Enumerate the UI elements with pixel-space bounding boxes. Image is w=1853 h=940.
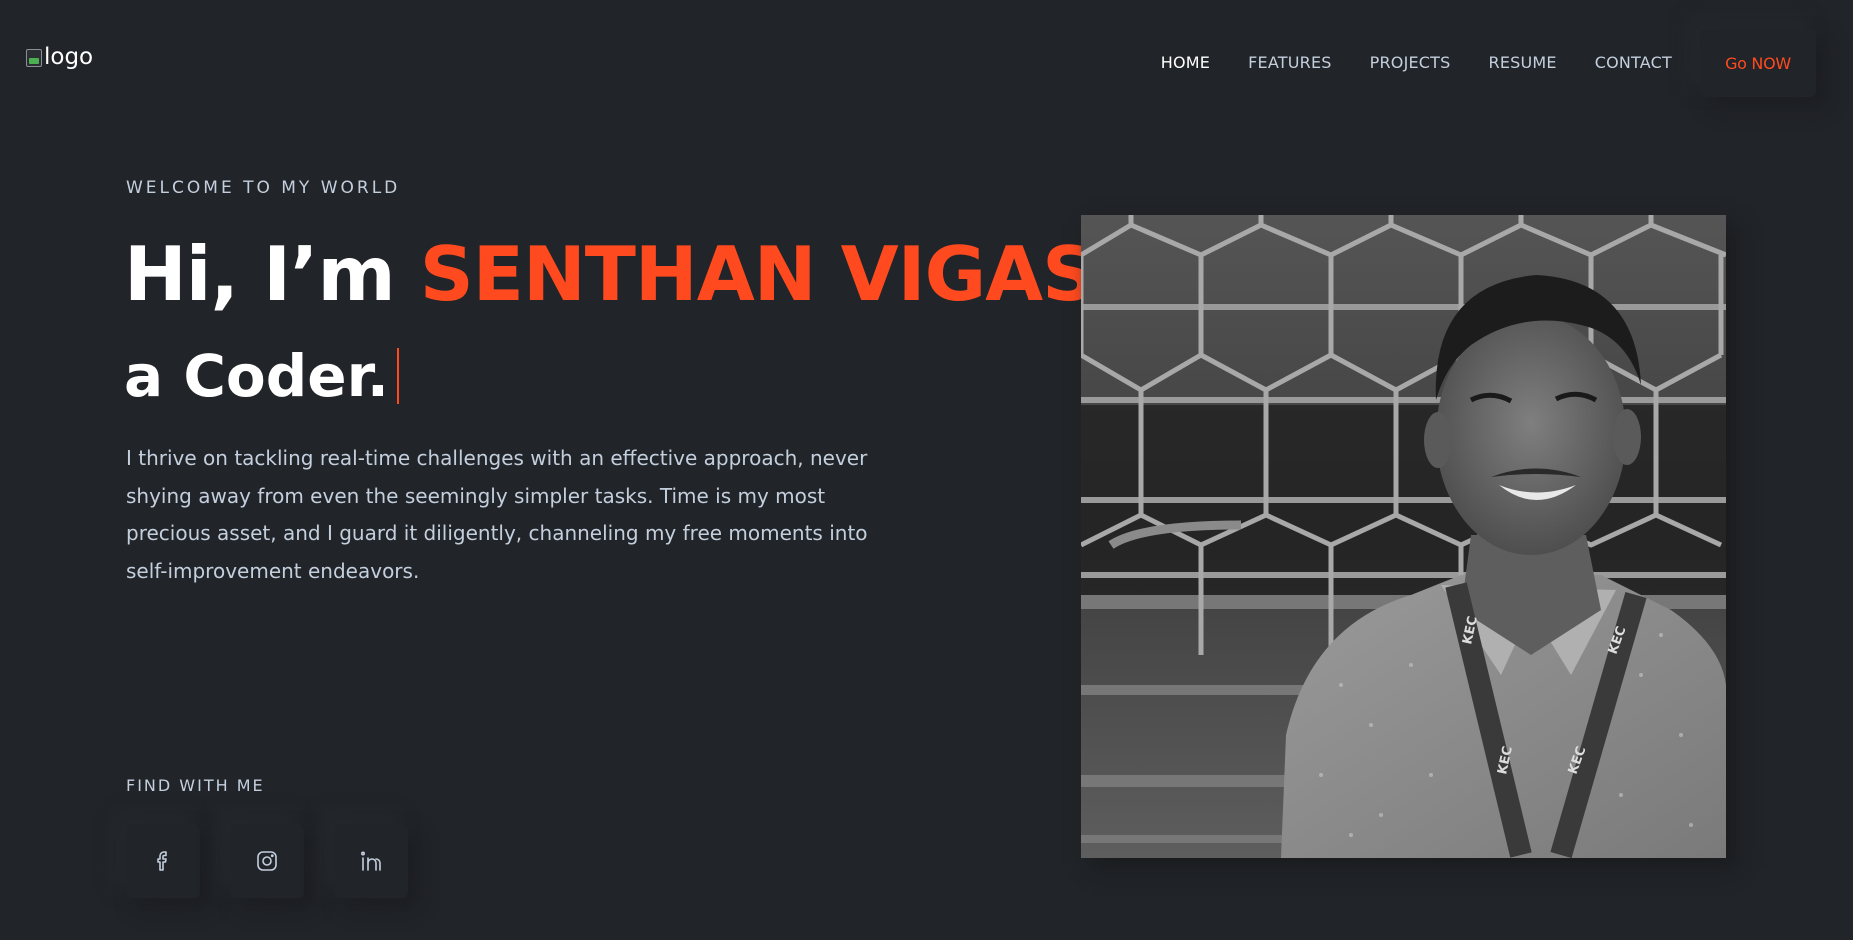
nav-projects[interactable]: PROJECTS: [1351, 52, 1470, 74]
facebook-link[interactable]: [126, 824, 200, 898]
go-now-button[interactable]: Go NOW: [1700, 29, 1816, 97]
hero-headline: Hi, I’m SENTHAN VIGAS: [124, 228, 1096, 320]
greeting-text: Hi, I’m: [124, 230, 420, 318]
instagram-link[interactable]: [230, 824, 304, 898]
logo-link[interactable]: logo: [26, 46, 93, 69]
main-nav: HOME FEATURES PROJECTS RESUME CONTACT: [1142, 52, 1691, 74]
instagram-icon: [257, 851, 277, 871]
broken-image-icon: [26, 48, 42, 67]
nav-features[interactable]: FEATURES: [1229, 52, 1350, 74]
typing-cursor: [396, 348, 399, 404]
facebook-icon: [157, 851, 167, 871]
page: logo HOME FEATURES PROJECTS RESUME CONTA…: [0, 0, 1853, 940]
hero-role: a Coder.: [124, 342, 389, 410]
logo-alt-text: logo: [44, 44, 94, 70]
find-with-me-title: FIND WITH ME: [126, 776, 265, 795]
hero-bio: I thrive on tackling real-time challenge…: [126, 446, 868, 583]
nav-home[interactable]: HOME: [1142, 52, 1229, 74]
nav-contact[interactable]: CONTACT: [1576, 52, 1691, 74]
social-links: [126, 824, 408, 898]
hero-role-line: a Coder.: [124, 338, 399, 414]
profile-photo: KEC KEC KEC KEC: [1081, 215, 1726, 858]
linkedin-link[interactable]: [334, 824, 408, 898]
welcome-subtitle: WELCOME TO MY WORLD: [126, 178, 401, 198]
nav-resume[interactable]: RESUME: [1470, 52, 1576, 74]
hero-name: SENTHAN VIGAS: [419, 230, 1096, 318]
linkedin-icon: [360, 851, 381, 871]
